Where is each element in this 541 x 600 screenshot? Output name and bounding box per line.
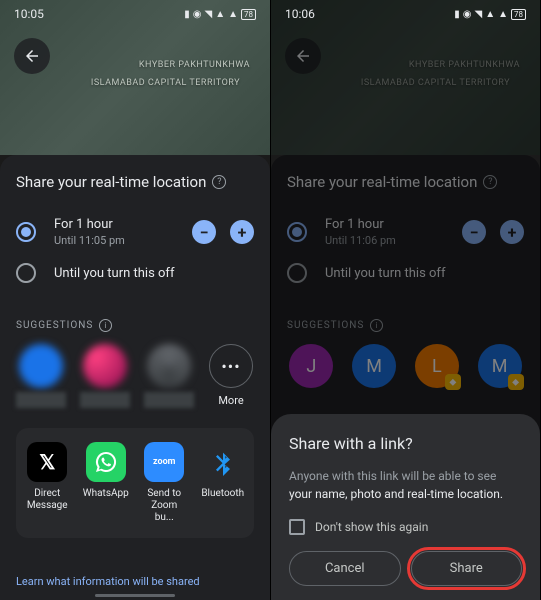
decrease-button: − bbox=[462, 220, 486, 244]
whatsapp-icon bbox=[86, 442, 126, 482]
dialog-title: Share with a link? bbox=[289, 434, 522, 453]
help-icon[interactable]: ? bbox=[212, 175, 226, 189]
arrow-left-icon bbox=[23, 47, 41, 65]
option-sublabel: Until 11:05 pm bbox=[54, 234, 192, 247]
vibrate-icon: ▮ bbox=[184, 9, 190, 20]
clock: 10:06 bbox=[285, 7, 315, 21]
map-label: ISLAMABAD CAPITAL TERRITORY bbox=[361, 78, 510, 88]
duration-option-1hour[interactable]: For 1 hour Until 11:05 pm − + bbox=[16, 209, 254, 255]
map-label: ISLAMABAD CAPITAL TERRITORY bbox=[91, 78, 240, 88]
back-button bbox=[285, 38, 321, 74]
duration-option-1hour: For 1 hour Until 11:06 pm − + bbox=[287, 209, 524, 255]
status-icons: ▮ ◉ ◥ ▲ ▲ 78 bbox=[184, 9, 256, 20]
cancel-button[interactable]: Cancel bbox=[289, 551, 401, 586]
battery-icon: 78 bbox=[511, 9, 526, 20]
increase-button: + bbox=[500, 220, 524, 244]
arrow-left-icon bbox=[294, 47, 312, 65]
status-bar: 10:05 ▮ ◉ ◥ ▲ ▲ 78 bbox=[0, 0, 270, 28]
avatar-icon: J bbox=[289, 344, 333, 388]
share-panel: Share your real-time location ? For 1 ho… bbox=[0, 155, 270, 600]
status-bar: 10:06 ▮ ◉ ◥ ▲ ▲ 78 bbox=[271, 0, 540, 28]
suggestion-contact[interactable] bbox=[144, 344, 194, 408]
learn-more-link[interactable]: Learn what information will be shared bbox=[16, 575, 200, 588]
suggestions-heading: SUGGESTIONS i bbox=[16, 319, 254, 332]
decrease-button[interactable]: − bbox=[192, 220, 216, 244]
map-label: KHYBER PAKHTUNKHWA bbox=[139, 60, 250, 70]
avatar-icon: M bbox=[352, 344, 396, 388]
avatar-icon: L⬥ bbox=[415, 344, 459, 388]
option-label: Until you turn this off bbox=[325, 266, 524, 281]
suggestion-contact: J bbox=[287, 344, 336, 388]
map-label: KHYBER PAKHTUNKHWA bbox=[409, 60, 520, 70]
suggestion-contact[interactable] bbox=[80, 344, 130, 408]
suggestions-heading: SUGGESTIONS i bbox=[287, 319, 524, 332]
signal-icon: ▲ bbox=[228, 9, 238, 20]
badge-icon: ⬥ bbox=[508, 374, 524, 390]
clock: 10:05 bbox=[14, 7, 44, 21]
share-button[interactable]: Share bbox=[411, 551, 523, 586]
app-zoom[interactable]: zoomSend to Zoom bu... bbox=[141, 442, 188, 524]
option-label: For 1 hour bbox=[325, 217, 462, 232]
panel-title: Share your real-time location ? bbox=[16, 173, 254, 191]
radio-selected-icon bbox=[16, 222, 36, 242]
app-bluetooth[interactable]: Bluetooth bbox=[200, 442, 247, 524]
location-icon: ◉ bbox=[193, 9, 202, 20]
checkbox-icon bbox=[289, 519, 305, 535]
dont-show-again-checkbox[interactable]: Don't show this again bbox=[289, 519, 522, 535]
suggestion-contact[interactable] bbox=[16, 344, 66, 408]
more-icon: ••• bbox=[209, 344, 253, 388]
battery-icon: 78 bbox=[241, 9, 256, 20]
signal-icon: ▲ bbox=[215, 9, 225, 20]
zoom-icon: zoom bbox=[144, 442, 184, 482]
option-label: For 1 hour bbox=[54, 217, 192, 232]
app-whatsapp[interactable]: WhatsApp bbox=[83, 442, 130, 524]
duration-option-until-off[interactable]: Until you turn this off bbox=[16, 255, 254, 291]
suggestions-row: J M L⬥ M⬥ bbox=[287, 344, 524, 388]
panel-title: Share your real-time location ? bbox=[287, 173, 524, 191]
option-sublabel: Until 11:06 pm bbox=[325, 234, 462, 247]
radio-unselected-icon bbox=[16, 263, 36, 283]
info-icon[interactable]: i bbox=[99, 319, 112, 332]
duration-option-until-off: Until you turn this off bbox=[287, 255, 524, 291]
signal-icon: ▲ bbox=[498, 9, 508, 20]
badge-icon: ⬥ bbox=[445, 374, 461, 390]
avatar-icon bbox=[19, 344, 63, 388]
radio-unselected-icon bbox=[287, 263, 307, 283]
bluetooth-icon bbox=[203, 442, 243, 482]
dialog-body: Anyone with this link will be able to se… bbox=[289, 467, 522, 503]
wifi-icon: ◥ bbox=[474, 9, 482, 20]
status-icons: ▮ ◉ ◥ ▲ ▲ 78 bbox=[454, 9, 526, 20]
wifi-icon: ◥ bbox=[204, 9, 212, 20]
location-icon: ◉ bbox=[463, 9, 472, 20]
back-button[interactable] bbox=[14, 38, 50, 74]
duration-stepper: − + bbox=[192, 220, 254, 244]
x-icon: 𝕏 bbox=[27, 442, 67, 482]
more-button[interactable]: •••More bbox=[208, 344, 254, 407]
share-link-dialog: Share with a link? Anyone with this link… bbox=[271, 414, 540, 600]
help-icon: ? bbox=[483, 175, 497, 189]
vibrate-icon: ▮ bbox=[454, 9, 460, 20]
info-icon: i bbox=[370, 319, 383, 332]
option-label: Until you turn this off bbox=[54, 266, 254, 281]
nav-hint bbox=[95, 594, 175, 597]
avatar-icon bbox=[147, 344, 191, 388]
suggestions-row[interactable]: •••More bbox=[16, 344, 254, 408]
avatar-icon bbox=[83, 344, 127, 388]
app-direct-message[interactable]: 𝕏Direct Message bbox=[24, 442, 71, 524]
increase-button[interactable]: + bbox=[230, 220, 254, 244]
suggestion-contact: M⬥ bbox=[475, 344, 524, 388]
avatar-icon: M⬥ bbox=[478, 344, 522, 388]
share-apps-row: 𝕏Direct Message WhatsApp zoomSend to Zoo… bbox=[16, 428, 254, 538]
radio-selected-icon bbox=[287, 222, 307, 242]
screen-right: KHYBER PAKHTUNKHWA ISLAMABAD CAPITAL TER… bbox=[270, 0, 540, 600]
suggestion-contact: L⬥ bbox=[413, 344, 462, 388]
screen-left: KHYBER PAKHTUNKHWA ISLAMABAD CAPITAL TER… bbox=[0, 0, 270, 600]
suggestion-contact: M bbox=[350, 344, 399, 388]
signal-icon: ▲ bbox=[485, 9, 495, 20]
